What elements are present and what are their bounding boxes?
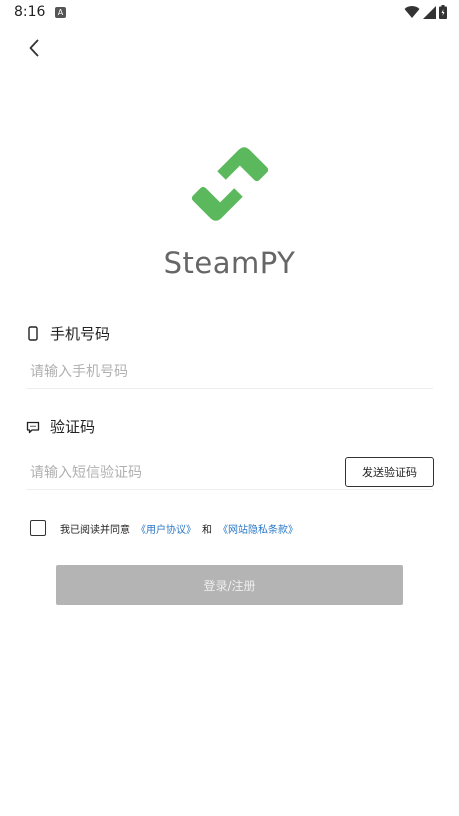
code-label: 验证码 — [26, 416, 95, 437]
agreement-prefix: 我已阅读并同意 — [60, 524, 130, 536]
wifi-icon — [404, 5, 420, 18]
steampy-logo — [191, 147, 269, 221]
agree-checkbox[interactable] — [30, 520, 46, 536]
notification-icon: A — [55, 7, 66, 18]
signal-icon — [423, 5, 436, 19]
status-time: 8:16 — [14, 4, 46, 20]
user-agreement-link[interactable]: 《用户协议》 — [136, 521, 196, 536]
login-register-button[interactable]: 登录/注册 — [56, 565, 403, 605]
message-icon — [26, 421, 40, 433]
app-name: SteamPY — [163, 246, 296, 280]
status-bar: 8:16 A — [0, 0, 459, 26]
agreement-row: 我已阅读并同意 《用户协议》 和 《网站隐私条款》 — [30, 520, 298, 536]
phone-icon — [28, 325, 38, 341]
system-icons — [404, 5, 447, 19]
privacy-terms-link[interactable]: 《网站隐私条款》 — [218, 521, 298, 536]
back-button[interactable] — [22, 36, 46, 60]
battery-icon — [439, 5, 447, 19]
phone-input[interactable] — [26, 355, 433, 389]
phone-label: 手机号码 — [26, 323, 110, 344]
chevron-left-icon — [29, 39, 39, 57]
code-label-text: 验证码 — [50, 418, 96, 436]
phone-label-text: 手机号码 — [50, 325, 111, 343]
agreement-and: 和 — [202, 524, 212, 536]
send-code-button[interactable]: 发送验证码 — [345, 457, 434, 487]
